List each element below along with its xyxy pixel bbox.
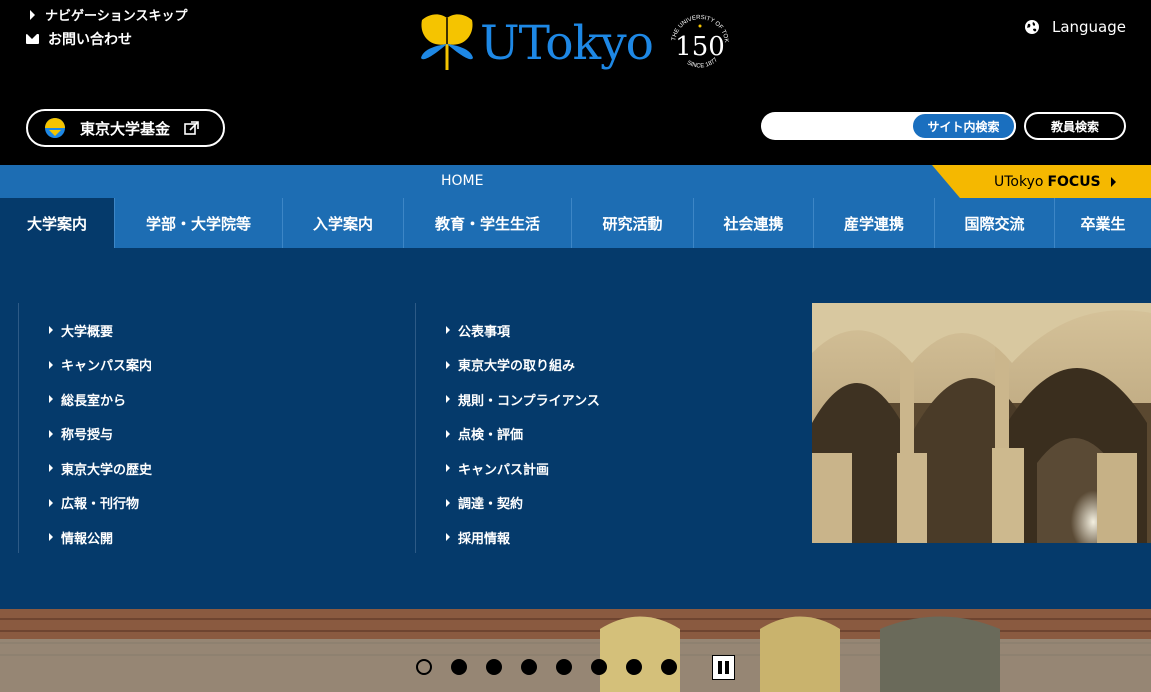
tab-about[interactable]: 大学案内 [0,198,115,248]
menu-item[interactable]: 称号授与 [19,417,415,452]
caret-right-icon [446,326,450,335]
skip-navigation-link[interactable]: ナビゲーションスキップ [30,5,187,24]
site-search-button[interactable]: サイト内検索 [911,112,1016,140]
tab-international[interactable]: 国際交流 [935,198,1055,248]
tab-society[interactable]: 社会連携 [694,198,814,248]
utokyo-focus-link[interactable]: UTokyo FOCUS [932,165,1151,198]
menu-item[interactable]: 調達・契約 [416,486,812,521]
caret-right-icon [446,464,450,473]
skip-navigation-label: ナビゲーションスキップ [45,9,188,24]
150th-anniversary-seal: THE UNIVERSITY OF TOKYO 150 SINCE 1877 [665,8,729,70]
menu-item[interactable]: 採用情報 [416,520,812,555]
menu-item[interactable]: 総長室から [19,382,415,417]
ginkgo-leaf-icon [421,14,473,70]
caret-right-icon [30,9,35,20]
menu-item[interactable]: 東京大学の歴史 [19,451,415,486]
faculty-search-button[interactable]: 教員検索 [1024,112,1126,140]
menu-column-1: 大学概要 キャンパス案内 総長室から 称号授与 東京大学の歴史 広報・刊行物 情… [18,303,415,553]
envelope-icon [26,34,39,44]
focus-bold: FOCUS [1047,173,1101,190]
fund-label: 東京大学基金 [80,119,171,138]
contact-label: お問い合わせ [48,32,132,48]
home-bar: HOME UTokyo FOCUS [0,165,1151,198]
menu-item[interactable]: 公表事項 [416,313,812,348]
pause-button[interactable] [712,655,735,680]
caret-right-icon [446,395,450,404]
menu-item-label: キャンパス案内 [61,359,153,375]
menu-column-2: 公表事項 東京大学の取り組み 規則・コンプライアンス 点検・評価 キャンパス計画… [415,303,812,553]
caret-right-icon [49,533,53,542]
carousel-dots [416,659,677,675]
utokyo-logo[interactable]: UTokyo THE UNIVERSITY OF TOKYO 150 SINCE… [419,8,739,80]
caret-right-icon [446,498,450,507]
ginkgo-fund-icon [45,118,65,138]
carousel-dot[interactable] [591,659,607,675]
top-bar: ナビゲーションスキップ お問い合わせ UTokyo THE UNIVERSITY… [0,0,1151,165]
menu-item[interactable]: 規則・コンプライアンス [416,382,812,417]
tab-education[interactable]: 教育・学生生活 [404,198,572,248]
external-link-icon [184,120,199,135]
main-navigation: 大学案内 学部・大学院等 入学案内 教育・学生生活 研究活動 社会連携 産学連携… [0,198,1151,248]
carousel-dot[interactable] [486,659,502,675]
pause-bar-icon [725,661,729,674]
carousel-dot[interactable] [556,659,572,675]
caret-right-icon [49,395,53,404]
menu-item[interactable]: 大学概要 [19,313,415,348]
caret-right-icon [1110,176,1116,187]
carousel-dot[interactable] [521,659,537,675]
caret-right-icon [49,326,53,335]
menu-item-label: 称号授与 [61,428,114,444]
tab-industry[interactable]: 産学連携 [814,198,935,248]
menu-item-label: 採用情報 [458,531,511,547]
mega-menu-panel: 大学概要 キャンパス案内 総長室から 称号授与 東京大学の歴史 広報・刊行物 情… [0,248,1151,609]
menu-item-label: 調達・契約 [458,497,524,513]
carousel-dot[interactable] [661,659,677,675]
search-input[interactable] [761,112,921,140]
fund-button[interactable]: 東京大学基金 [26,109,225,147]
home-link[interactable]: HOME [441,173,483,189]
menu-item-label: 公表事項 [458,324,511,340]
logo-wordmark: UTokyo [480,16,654,71]
menu-item-label: 規則・コンプライアンス [458,393,600,409]
menu-item-label: 点検・評価 [458,428,524,444]
contact-link[interactable]: お問い合わせ [26,29,132,49]
caret-right-icon [49,464,53,473]
menu-item[interactable]: 情報公開 [19,520,415,555]
caret-right-icon [49,498,53,507]
menu-item-label: 情報公開 [61,531,114,547]
tab-faculties[interactable]: 学部・大学院等 [115,198,283,248]
focus-prefix: UTokyo [994,173,1044,190]
menu-item[interactable]: 点検・評価 [416,417,812,452]
menu-item-label: 広報・刊行物 [61,497,140,513]
carousel-dot[interactable] [416,659,432,675]
menu-item-label: 大学概要 [61,324,114,340]
globe-icon [1024,20,1039,34]
menu-item[interactable]: 広報・刊行物 [19,486,415,521]
tab-alumni[interactable]: 卒業生 [1055,198,1151,248]
menu-item[interactable]: 東京大学の取り組み [416,348,812,383]
pause-bar-icon [718,661,722,674]
site-search: サイト内検索 [761,112,1016,140]
caret-right-icon [49,429,53,438]
menu-item[interactable]: キャンパス計画 [416,451,812,486]
menu-item-label: 総長室から [61,393,127,409]
carousel-dot[interactable] [451,659,467,675]
tab-research[interactable]: 研究活動 [572,198,694,248]
caret-right-icon [49,360,53,369]
carousel-dot[interactable] [626,659,642,675]
menu-item-label: 東京大学の取り組み [458,359,576,375]
caret-right-icon [446,533,450,542]
caret-right-icon [446,429,450,438]
tab-admissions[interactable]: 入学案内 [283,198,404,248]
hero-carousel-image [0,609,1151,692]
menu-item[interactable]: キャンパス案内 [19,348,415,383]
caret-right-icon [446,360,450,369]
language-label: Language [1051,18,1126,36]
seal-number: 150 [675,32,725,62]
arcade-photo [812,303,1151,543]
menu-item-label: キャンパス計画 [458,462,550,478]
language-selector[interactable]: Language [1024,18,1126,36]
menu-item-label: 東京大学の歴史 [61,462,153,478]
